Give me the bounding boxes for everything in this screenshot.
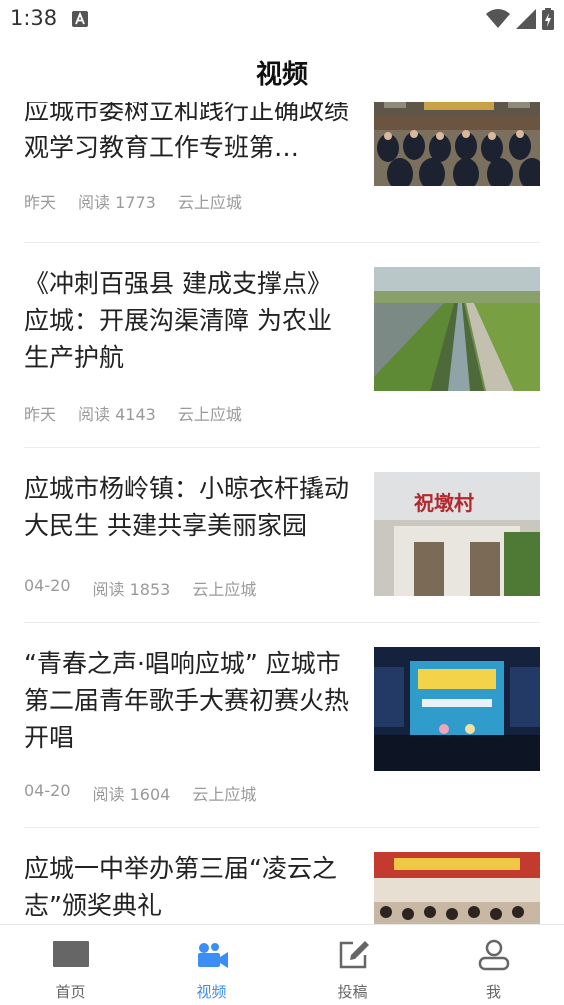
article-title[interactable]: 应城一中举办第三届“凌云之志”颁奖典礼 xyxy=(24,850,354,924)
tab-me[interactable]: 我 xyxy=(423,925,564,1005)
tab-label: 投稿 xyxy=(337,983,368,1001)
tab-submit[interactable]: 投稿 xyxy=(282,925,423,1005)
wifi-icon xyxy=(486,9,510,28)
article-meta: 04-20 阅读 1604 云上应城 xyxy=(24,781,256,805)
tab-label: 视频 xyxy=(196,983,227,1001)
header: 视频 xyxy=(0,40,564,102)
article-title[interactable]: 应城市委树立和践行正确政绩观学习教育工作专班第… xyxy=(24,102,354,166)
cellular-signal-icon xyxy=(516,9,536,29)
article-title[interactable]: 《冲刺百强县 建成支撑点》应城：开展沟渠清障 为农业生产护航 xyxy=(24,265,354,376)
article-reads: 阅读 4143 xyxy=(78,405,156,424)
article-thumbnail[interactable] xyxy=(374,102,540,186)
article-reads: 阅读 1853 xyxy=(92,580,171,599)
article-thumbnail[interactable] xyxy=(374,267,540,391)
article-date: 04-20 xyxy=(24,576,71,595)
status-bar: 1:38 xyxy=(0,0,564,40)
article-meta: 04-20 阅读 1853 云上应城 xyxy=(24,576,256,600)
village-sign-text: 祝墩村 xyxy=(414,491,474,515)
article-title[interactable]: “青春之声·唱响应城” 应城市第二届青年歌手大赛初赛火热开唱 xyxy=(24,645,354,756)
notification-a-icon xyxy=(72,11,88,27)
article-date: 昨天 xyxy=(24,193,57,212)
tab-label: 首页 xyxy=(55,983,86,1001)
article-item[interactable]: “青春之声·唱响应城” 应城市第二届青年歌手大赛初赛火热开唱 04-20 阅读 … xyxy=(24,623,540,828)
article-reads: 阅读 1604 xyxy=(92,785,171,804)
article-source: 云上应城 xyxy=(192,785,257,804)
bottom-tab-bar: 首页 视频 投稿 我 xyxy=(0,924,564,1005)
article-meta: 昨天 阅读 4143 云上应城 xyxy=(24,401,242,425)
article-thumbnail[interactable] xyxy=(374,647,540,771)
article-item[interactable]: 应城市杨岭镇：小晾衣杆撬动大民生 共建共享美丽家园 04-20 阅读 1853 … xyxy=(24,448,540,623)
article-meta: 昨天 阅读 1773 云上应城 xyxy=(24,189,242,213)
article-title[interactable]: 应城市杨岭镇：小晾衣杆撬动大民生 共建共享美丽家园 xyxy=(24,470,354,544)
status-time: 1:38 xyxy=(10,6,58,30)
video-icon xyxy=(197,943,228,968)
article-date: 昨天 xyxy=(24,405,57,424)
article-thumbnail[interactable] xyxy=(374,852,540,924)
article-reads: 阅读 1773 xyxy=(78,193,156,212)
article-source: 云上应城 xyxy=(192,580,257,599)
article-date: 04-20 xyxy=(24,781,71,800)
article-item[interactable]: 应城一中举办第三届“凌云之志”颁奖典礼 xyxy=(24,828,540,924)
tab-home[interactable]: 首页 xyxy=(0,925,141,1005)
article-source: 云上应城 xyxy=(177,193,242,212)
user-icon xyxy=(478,939,509,971)
tab-label: 我 xyxy=(485,983,501,1001)
article-thumbnail[interactable]: 祝墩村 xyxy=(374,472,540,596)
article-item[interactable]: 应城市委树立和践行正确政绩观学习教育工作专班第… 昨天 阅读 1773 云上应城 xyxy=(24,102,540,243)
home-icon xyxy=(52,941,89,967)
battery-charging-icon xyxy=(542,8,554,30)
article-item[interactable]: 《冲刺百强县 建成支撑点》应城：开展沟渠清障 为农业生产护航 昨天 阅读 414… xyxy=(24,243,540,448)
page-title: 视频 xyxy=(255,60,308,90)
edit-icon xyxy=(339,941,369,969)
status-icons xyxy=(486,8,554,30)
article-source: 云上应城 xyxy=(177,405,242,424)
tab-video[interactable]: 视频 xyxy=(141,925,282,1005)
article-feed[interactable]: 应城市委树立和践行正确政绩观学习教育工作专班第… 昨天 阅读 1773 云上应城 xyxy=(0,102,564,924)
